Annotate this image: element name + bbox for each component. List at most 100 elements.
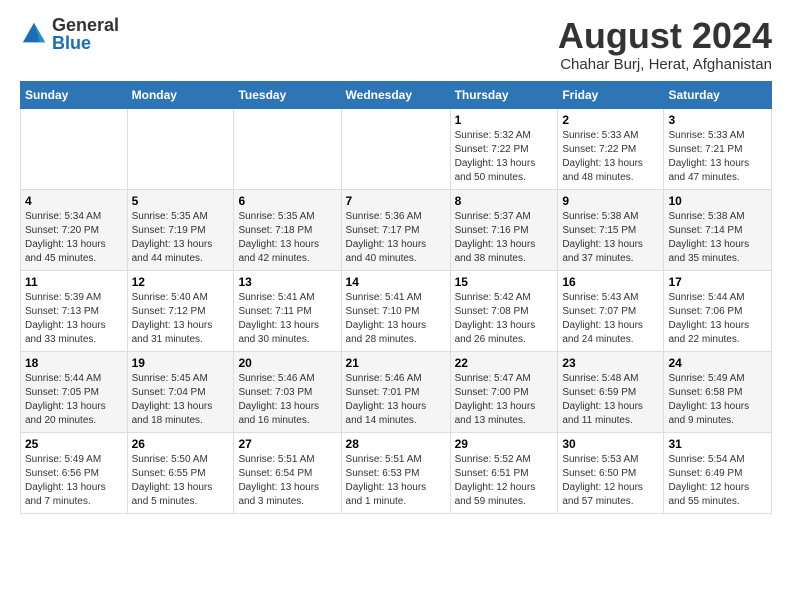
day-info: Sunrise: 5:47 AM Sunset: 7:00 PM Dayligh…	[455, 372, 554, 428]
day-info: Sunrise: 5:43 AM Sunset: 7:07 PM Dayligh…	[562, 291, 659, 347]
day-info: Sunrise: 5:46 AM Sunset: 7:03 PM Dayligh…	[238, 372, 336, 428]
calendar-cell: 15 Sunrise: 5:42 AM Sunset: 7:08 PM Dayli…	[450, 270, 558, 351]
calendar-cell: 23 Sunrise: 5:48 AM Sunset: 6:59 PM Dayli…	[558, 351, 664, 432]
day-number: 11	[25, 275, 123, 289]
header-sunday: Sunday	[21, 81, 128, 108]
calendar-cell: 13 Sunrise: 5:41 AM Sunset: 7:11 PM Dayli…	[234, 270, 341, 351]
calendar-body: 1 Sunrise: 5:32 AM Sunset: 7:22 PM Daylig…	[21, 108, 772, 513]
day-number: 23	[562, 356, 659, 370]
header-wednesday: Wednesday	[341, 81, 450, 108]
day-info: Sunrise: 5:37 AM Sunset: 7:16 PM Dayligh…	[455, 210, 554, 266]
day-info: Sunrise: 5:34 AM Sunset: 7:20 PM Dayligh…	[25, 210, 123, 266]
week-row-0: 1 Sunrise: 5:32 AM Sunset: 7:22 PM Daylig…	[21, 108, 772, 189]
day-number: 3	[668, 113, 767, 127]
logo-icon	[20, 20, 48, 48]
day-number: 13	[238, 275, 336, 289]
logo-blue-text: Blue	[52, 34, 119, 52]
calendar-header: SundayMondayTuesdayWednesdayThursdayFrid…	[21, 81, 772, 108]
calendar-cell: 5 Sunrise: 5:35 AM Sunset: 7:19 PM Daylig…	[127, 189, 234, 270]
calendar-cell: 16 Sunrise: 5:43 AM Sunset: 7:07 PM Dayli…	[558, 270, 664, 351]
day-number: 18	[25, 356, 123, 370]
day-info: Sunrise: 5:38 AM Sunset: 7:14 PM Dayligh…	[668, 210, 767, 266]
day-number: 6	[238, 194, 336, 208]
day-number: 25	[25, 437, 123, 451]
calendar-cell: 1 Sunrise: 5:32 AM Sunset: 7:22 PM Daylig…	[450, 108, 558, 189]
title-area: August 2024 Chahar Burj, Herat, Afghanis…	[558, 16, 772, 73]
day-info: Sunrise: 5:45 AM Sunset: 7:04 PM Dayligh…	[132, 372, 230, 428]
day-number: 20	[238, 356, 336, 370]
calendar-cell	[127, 108, 234, 189]
calendar-cell: 6 Sunrise: 5:35 AM Sunset: 7:18 PM Daylig…	[234, 189, 341, 270]
calendar-cell: 9 Sunrise: 5:38 AM Sunset: 7:15 PM Daylig…	[558, 189, 664, 270]
calendar-cell: 24Sunrise: 5:49 AM Sunset: 6:58 PM Dayli…	[664, 351, 772, 432]
day-number: 14	[346, 275, 446, 289]
day-info: Sunrise: 5:35 AM Sunset: 7:18 PM Dayligh…	[238, 210, 336, 266]
day-info: Sunrise: 5:44 AM Sunset: 7:05 PM Dayligh…	[25, 372, 123, 428]
day-number: 30	[562, 437, 659, 451]
header-monday: Monday	[127, 81, 234, 108]
day-number: 28	[346, 437, 446, 451]
day-number: 9	[562, 194, 659, 208]
day-number: 21	[346, 356, 446, 370]
day-number: 22	[455, 356, 554, 370]
day-number: 7	[346, 194, 446, 208]
day-info: Sunrise: 5:51 AM Sunset: 6:53 PM Dayligh…	[346, 453, 446, 509]
day-info: Sunrise: 5:32 AM Sunset: 7:22 PM Dayligh…	[455, 129, 554, 185]
calendar-cell: 4Sunrise: 5:34 AM Sunset: 7:20 PM Daylig…	[21, 189, 128, 270]
calendar-cell: 8Sunrise: 5:37 AM Sunset: 7:16 PM Daylig…	[450, 189, 558, 270]
logo: General Blue	[20, 16, 119, 52]
day-number: 16	[562, 275, 659, 289]
header-saturday: Saturday	[664, 81, 772, 108]
day-info: Sunrise: 5:48 AM Sunset: 6:59 PM Dayligh…	[562, 372, 659, 428]
day-number: 10	[668, 194, 767, 208]
day-info: Sunrise: 5:52 AM Sunset: 6:51 PM Dayligh…	[455, 453, 554, 509]
day-info: Sunrise: 5:46 AM Sunset: 7:01 PM Dayligh…	[346, 372, 446, 428]
day-info: Sunrise: 5:41 AM Sunset: 7:10 PM Dayligh…	[346, 291, 446, 347]
day-number: 17	[668, 275, 767, 289]
day-info: Sunrise: 5:38 AM Sunset: 7:15 PM Dayligh…	[562, 210, 659, 266]
day-number: 5	[132, 194, 230, 208]
calendar-cell: 7 Sunrise: 5:36 AM Sunset: 7:17 PM Daylig…	[341, 189, 450, 270]
header-friday: Friday	[558, 81, 664, 108]
day-number: 2	[562, 113, 659, 127]
day-info: Sunrise: 5:49 AM Sunset: 6:58 PM Dayligh…	[668, 372, 767, 428]
day-info: Sunrise: 5:51 AM Sunset: 6:54 PM Dayligh…	[238, 453, 336, 509]
day-info: Sunrise: 5:36 AM Sunset: 7:17 PM Dayligh…	[346, 210, 446, 266]
day-number: 27	[238, 437, 336, 451]
calendar-subtitle: Chahar Burj, Herat, Afghanistan	[558, 56, 772, 73]
day-info: Sunrise: 5:49 AM Sunset: 6:56 PM Dayligh…	[25, 453, 123, 509]
calendar-cell: 11Sunrise: 5:39 AM Sunset: 7:13 PM Dayli…	[21, 270, 128, 351]
day-info: Sunrise: 5:42 AM Sunset: 7:08 PM Dayligh…	[455, 291, 554, 347]
calendar-cell: 25 Sunrise: 5:49 AM Sunset: 6:56 PM Dayli…	[21, 432, 128, 513]
calendar-cell: 2 Sunrise: 5:33 AM Sunset: 7:22 PM Daylig…	[558, 108, 664, 189]
week-row-4: 25 Sunrise: 5:49 AM Sunset: 6:56 PM Dayli…	[21, 432, 772, 513]
day-info: Sunrise: 5:41 AM Sunset: 7:11 PM Dayligh…	[238, 291, 336, 347]
calendar-cell	[21, 108, 128, 189]
calendar-cell: 22 Sunrise: 5:47 AM Sunset: 7:00 PM Dayli…	[450, 351, 558, 432]
day-info: Sunrise: 5:40 AM Sunset: 7:12 PM Dayligh…	[132, 291, 230, 347]
calendar-cell: 27 Sunrise: 5:51 AM Sunset: 6:54 PM Dayli…	[234, 432, 341, 513]
logo-general-text: General	[52, 16, 119, 34]
calendar-cell: 31 Sunrise: 5:54 AM Sunset: 6:49 PM Dayli…	[664, 432, 772, 513]
day-number: 31	[668, 437, 767, 451]
day-info: Sunrise: 5:35 AM Sunset: 7:19 PM Dayligh…	[132, 210, 230, 266]
day-number: 29	[455, 437, 554, 451]
day-number: 15	[455, 275, 554, 289]
calendar-cell: 18 Sunrise: 5:44 AM Sunset: 7:05 PM Dayli…	[21, 351, 128, 432]
calendar-cell	[341, 108, 450, 189]
day-info: Sunrise: 5:44 AM Sunset: 7:06 PM Dayligh…	[668, 291, 767, 347]
calendar-cell: 19Sunrise: 5:45 AM Sunset: 7:04 PM Dayli…	[127, 351, 234, 432]
day-info: Sunrise: 5:33 AM Sunset: 7:22 PM Dayligh…	[562, 129, 659, 185]
day-number: 1	[455, 113, 554, 127]
calendar-cell: 10 Sunrise: 5:38 AM Sunset: 7:14 PM Dayli…	[664, 189, 772, 270]
week-row-2: 11Sunrise: 5:39 AM Sunset: 7:13 PM Dayli…	[21, 270, 772, 351]
calendar-cell: 14 Sunrise: 5:41 AM Sunset: 7:10 PM Dayli…	[341, 270, 450, 351]
day-info: Sunrise: 5:33 AM Sunset: 7:21 PM Dayligh…	[668, 129, 767, 185]
header-row: SundayMondayTuesdayWednesdayThursdayFrid…	[21, 81, 772, 108]
day-info: Sunrise: 5:54 AM Sunset: 6:49 PM Dayligh…	[668, 453, 767, 509]
header: General Blue August 2024 Chahar Burj, He…	[20, 16, 772, 73]
header-thursday: Thursday	[450, 81, 558, 108]
calendar-table: SundayMondayTuesdayWednesdayThursdayFrid…	[20, 81, 772, 514]
calendar-cell: 20 Sunrise: 5:46 AM Sunset: 7:03 PM Dayli…	[234, 351, 341, 432]
day-info: Sunrise: 5:53 AM Sunset: 6:50 PM Dayligh…	[562, 453, 659, 509]
